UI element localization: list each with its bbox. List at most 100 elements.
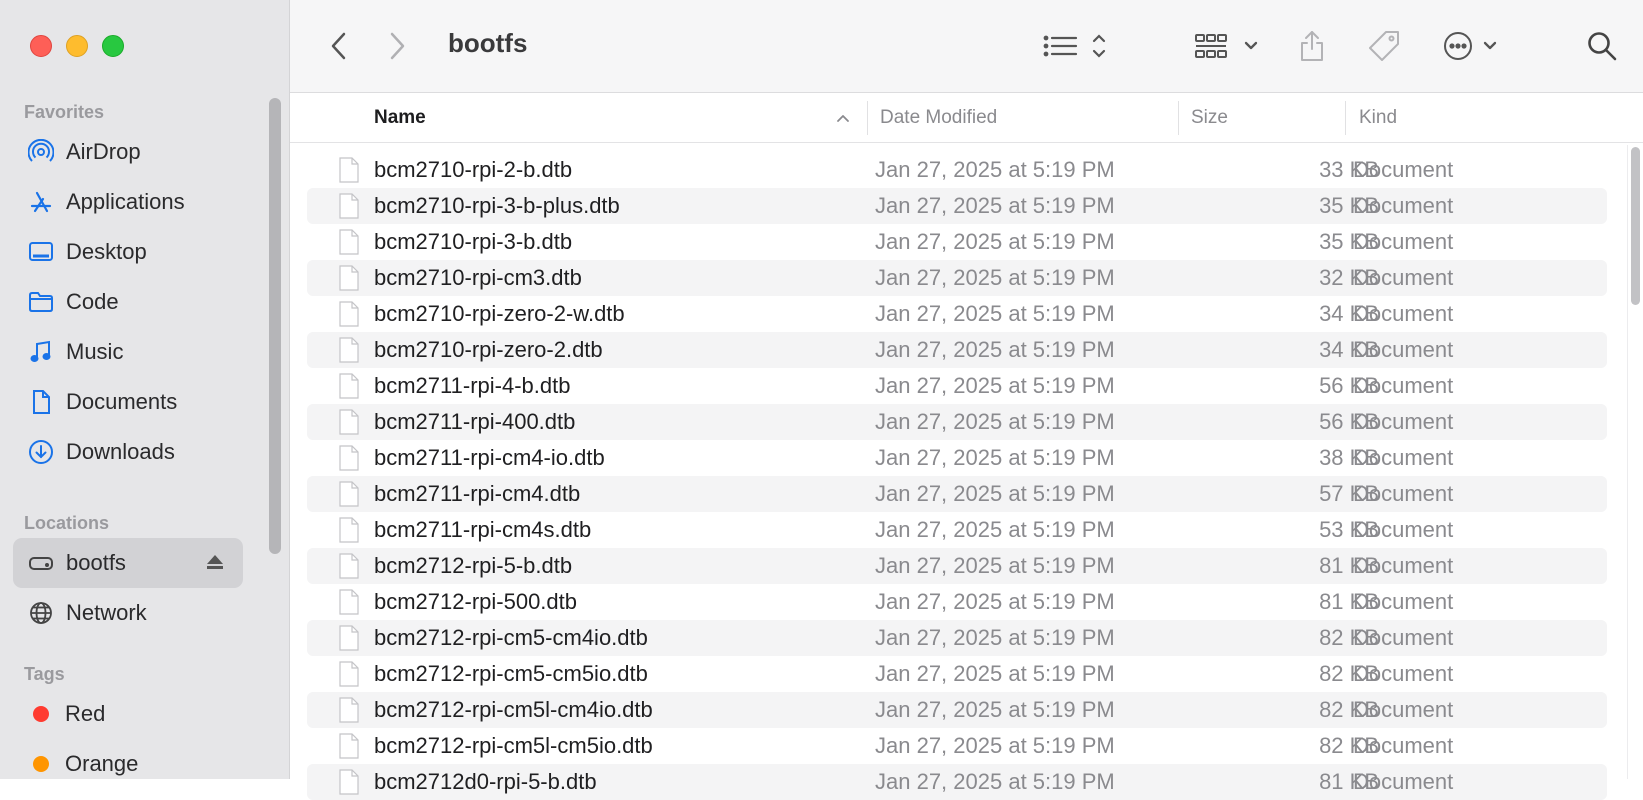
- file-row[interactable]: bcm2711-rpi-cm4.dtb Jan 27, 2025 at 5:19 …: [307, 476, 1607, 512]
- document-file-icon: [339, 301, 359, 327]
- file-date-modified: Jan 27, 2025 at 5:19 PM: [875, 517, 1115, 542]
- file-row[interactable]: bcm2712-rpi-500.dtb Jan 27, 2025 at 5:19 …: [307, 584, 1607, 620]
- file-name: bcm2712-rpi-500.dtb: [374, 589, 578, 614]
- file-list-scrollbar[interactable]: [1627, 145, 1643, 779]
- scrollbar-thumb[interactable]: [1631, 147, 1640, 305]
- red-tag-dot: [33, 706, 49, 722]
- back-button[interactable]: [324, 26, 354, 66]
- file-row[interactable]: bcm2711-rpi-400.dtb Jan 27, 2025 at 5:19 …: [307, 404, 1607, 440]
- main-pane: bootfs Name Date Modified Size Kind bcm2…: [290, 0, 1643, 800]
- sidebar-scrollbar[interactable]: [269, 98, 281, 554]
- sidebar-item-desktop[interactable]: Desktop: [0, 227, 270, 277]
- file-date-modified: Jan 27, 2025 at 5:19 PM: [875, 157, 1115, 182]
- sidebar-item-label: Red: [65, 701, 106, 726]
- file-date-modified: Jan 27, 2025 at 5:19 PM: [875, 553, 1115, 578]
- column-divider[interactable]: [1178, 101, 1179, 135]
- locations-header: Locations: [24, 513, 110, 533]
- document-file-icon: [339, 589, 359, 615]
- search-icon: [1588, 32, 1617, 61]
- tags-header: Tags: [24, 664, 65, 684]
- share-button[interactable]: [1295, 26, 1329, 66]
- file-row[interactable]: bcm2710-rpi-2-b.dtb Jan 27, 2025 at 5:19 …: [307, 152, 1607, 188]
- sidebar-item-documents[interactable]: Documents: [0, 377, 270, 427]
- document-icon: [26, 387, 56, 417]
- sidebar-item-network[interactable]: Network: [0, 588, 270, 638]
- column-header-size[interactable]: Size: [1191, 93, 1228, 143]
- favorites-section: Favorites AirDrop Applications Desktop C…: [0, 97, 270, 477]
- folder-icon: [26, 287, 56, 317]
- document-file-icon: [339, 625, 359, 651]
- document-file-icon: [339, 409, 359, 435]
- sidebar-item-code[interactable]: Code: [0, 277, 270, 327]
- file-row[interactable]: bcm2712-rpi-cm5l-cm5io.dtb Jan 27, 2025 a…: [307, 728, 1607, 764]
- zoom-button[interactable]: [102, 35, 124, 57]
- file-kind: Document: [1353, 661, 1454, 686]
- file-row[interactable]: bcm2710-rpi-3-b-plus.dtb Jan 27, 2025 at …: [307, 188, 1607, 224]
- document-file-icon: [339, 193, 359, 219]
- sidebar-tag-red[interactable]: Red: [0, 689, 270, 739]
- file-name: bcm2710-rpi-3-b.dtb: [374, 229, 573, 254]
- tags-section: Tags Red Orange: [0, 659, 270, 789]
- group-button[interactable]: [1194, 26, 1262, 66]
- orange-tag-dot: [33, 756, 49, 772]
- file-kind: Document: [1353, 733, 1454, 758]
- tags-button[interactable]: [1365, 26, 1403, 66]
- file-kind: Document: [1353, 589, 1454, 614]
- file-name: bcm2710-rpi-3-b-plus.dtb: [374, 193, 620, 218]
- file-kind: Document: [1353, 229, 1454, 254]
- file-name: bcm2710-rpi-2-b.dtb: [374, 157, 573, 182]
- sidebar-item-bootfs[interactable]: bootfs: [13, 538, 243, 588]
- view-options-button[interactable]: [1042, 26, 1114, 66]
- sidebar-item-applications[interactable]: Applications: [0, 177, 270, 227]
- forward-button[interactable]: [382, 26, 412, 66]
- file-row[interactable]: bcm2712-rpi-cm5l-cm4io.dtb Jan 27, 2025 a…: [307, 692, 1607, 728]
- file-row[interactable]: bcm2711-rpi-cm4-io.dtb Jan 27, 2025 at 5:…: [307, 440, 1607, 476]
- file-row[interactable]: bcm2711-rpi-4-b.dtb Jan 27, 2025 at 5:19 …: [307, 368, 1607, 404]
- file-row[interactable]: bcm2712-rpi-cm5-cm4io.dtb Jan 27, 2025 at…: [307, 620, 1607, 656]
- file-row[interactable]: bcm2711-rpi-cm4s.dtb Jan 27, 2025 at 5:19…: [307, 512, 1607, 548]
- sidebar-item-downloads[interactable]: Downloads: [0, 427, 270, 477]
- sidebar-tag-orange[interactable]: Orange: [0, 739, 270, 789]
- file-kind: Document: [1353, 517, 1454, 542]
- file-date-modified: Jan 27, 2025 at 5:19 PM: [875, 697, 1115, 722]
- close-button[interactable]: [30, 35, 52, 57]
- file-row[interactable]: bcm2710-rpi-3-b.dtb Jan 27, 2025 at 5:19 …: [307, 224, 1607, 260]
- more-icon: [1444, 32, 1497, 60]
- column-header-kind[interactable]: Kind: [1359, 93, 1397, 143]
- file-kind: Document: [1353, 625, 1454, 650]
- window-controls: [30, 35, 124, 57]
- file-date-modified: Jan 27, 2025 at 5:19 PM: [875, 625, 1115, 650]
- file-list: bcm2710-rpi-2-b.dtb Jan 27, 2025 at 5:19 …: [307, 152, 1607, 800]
- sidebar-item-music[interactable]: Music: [0, 327, 270, 377]
- sidebar-item-label: Documents: [66, 389, 178, 414]
- minimize-button[interactable]: [66, 35, 88, 57]
- file-kind: Document: [1353, 157, 1454, 182]
- column-divider[interactable]: [1345, 101, 1346, 135]
- search-button[interactable]: [1585, 26, 1619, 66]
- file-row[interactable]: bcm2712-rpi-5-b.dtb Jan 27, 2025 at 5:19 …: [307, 548, 1607, 584]
- file-name: bcm2712-rpi-cm5l-cm4io.dtb: [374, 697, 653, 722]
- file-row[interactable]: bcm2712-rpi-cm5-cm5io.dtb Jan 27, 2025 at…: [307, 656, 1607, 692]
- file-row[interactable]: bcm2712d0-rpi-5-b.dtb Jan 27, 2025 at 5:1…: [307, 764, 1607, 800]
- column-header-name[interactable]: Name: [374, 93, 426, 143]
- file-kind: Document: [1353, 553, 1454, 578]
- file-row[interactable]: bcm2710-rpi-zero-2-w.dtb Jan 27, 2025 at …: [307, 296, 1607, 332]
- column-header-date[interactable]: Date Modified: [880, 93, 997, 143]
- file-row[interactable]: bcm2710-rpi-cm3.dtb Jan 27, 2025 at 5:19 …: [307, 260, 1607, 296]
- file-kind: Document: [1353, 481, 1454, 506]
- eject-icon[interactable]: [205, 552, 225, 578]
- file-kind: Document: [1353, 265, 1454, 290]
- file-row[interactable]: bcm2710-rpi-zero-2.dtb Jan 27, 2025 at 5:…: [307, 332, 1607, 368]
- grid-view-icon: [1195, 34, 1258, 58]
- document-file-icon: [339, 733, 359, 759]
- document-file-icon: [339, 373, 359, 399]
- file-name: bcm2710-rpi-cm3.dtb: [374, 265, 582, 290]
- sidebar-item-label: AirDrop: [66, 139, 141, 164]
- sidebar-item-airdrop[interactable]: AirDrop: [0, 127, 270, 177]
- file-name: bcm2711-rpi-4-b.dtb: [374, 373, 571, 398]
- file-name: bcm2711-rpi-400.dtb: [374, 409, 576, 434]
- column-divider[interactable]: [867, 101, 868, 135]
- action-menu-button[interactable]: [1442, 26, 1506, 66]
- file-name: bcm2710-rpi-zero-2-w.dtb: [374, 301, 625, 326]
- sort-ascending-icon[interactable]: [836, 113, 850, 123]
